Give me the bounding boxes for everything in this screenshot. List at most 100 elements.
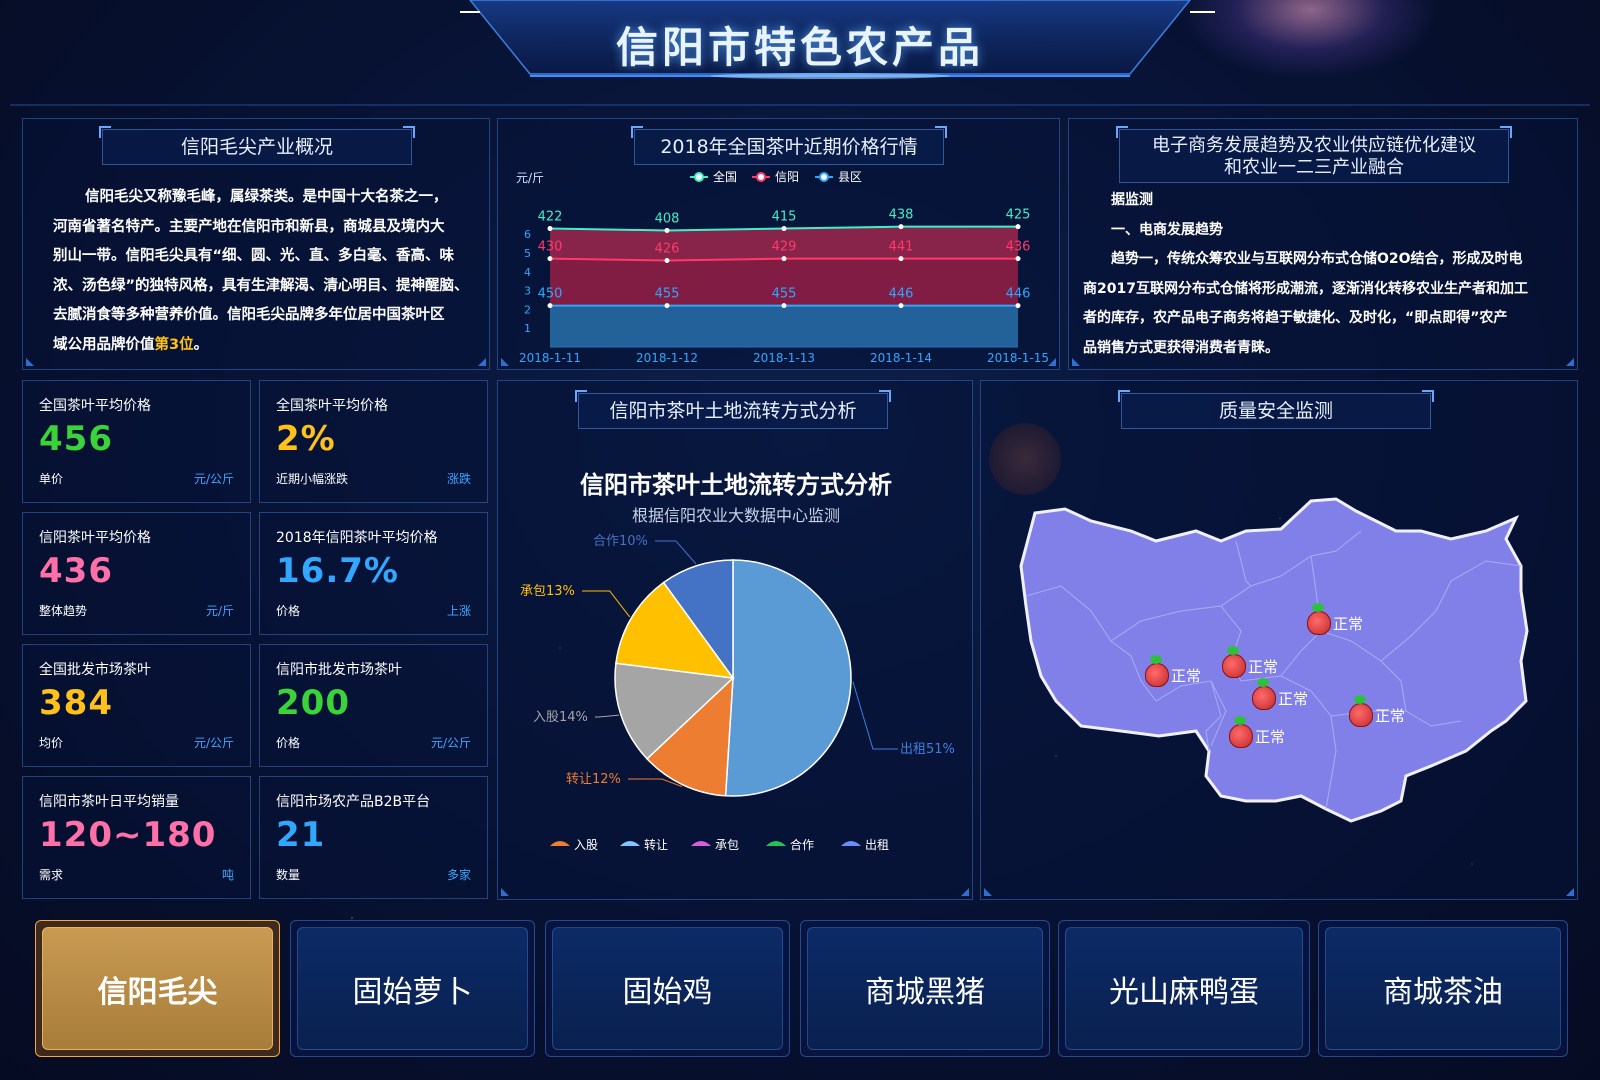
data-point[interactable] [547,256,553,262]
monitor-status: 正常 [1333,615,1364,633]
stat-value: 2% [276,419,336,459]
stat-unit: 多家 [446,868,471,882]
ecommerce-line: 者的库存，农产品电子商务将趋于敏捷化、及时化，“即点即得”农产 [1083,310,1508,326]
x-tick-label: 2018-1-13 [753,351,815,365]
product-tab-3[interactable]: 固始鸡 [545,920,790,1057]
strawberry-icon [1229,724,1253,748]
stat-card: 全国茶叶平均价格 456 单价 元/公斤 [22,380,251,503]
data-label: 455 [772,287,797,302]
y-axis-unit: 元/斤 [516,171,544,185]
stat-unit: 元/公斤 [193,472,234,486]
stat-unit: 上涨 [446,604,471,618]
corner-decoration [1566,358,1574,366]
data-point[interactable] [781,226,787,232]
x-tick-label: 2018-1-11 [519,351,581,365]
overview-line: 去腻消食等多种营养价值。信阳毛尖品牌多年位居中国茶叶区 [53,307,445,323]
data-point[interactable] [898,303,904,309]
y-tick-label: 5 [524,247,531,260]
stat-unit: 元/公斤 [193,736,234,750]
data-point[interactable] [1015,224,1021,230]
product-tab-2[interactable]: 固始萝卜 [290,920,535,1057]
pie-label: 转让12% [566,772,621,787]
area-xianqu [550,305,1018,347]
legend-label: 全国 [713,169,737,184]
pie-label: 出租51% [900,742,955,757]
stat-card: 全国批发市场茶叶 384 均价 元/公斤 [22,644,251,767]
stat-card: 信阳市批发市场茶叶 200 价格 元/公斤 [259,644,488,767]
data-point[interactable] [898,224,904,230]
ecommerce-line: 品销售方式更获得消费者青睐。 [1083,339,1279,356]
stat-label: 信阳市场农产品B2B平台 [276,794,431,810]
price-line-chart: 元/斤 全国 信阳 县区 1 2 3 4 5 6 422 408 415 438 425 430 426 429 4… [516,169,1049,365]
monitor-status: 正常 [1248,658,1279,676]
stat-sub-label: 需求 [39,868,64,882]
data-point[interactable] [547,226,553,232]
data-label: 436 [1006,240,1031,255]
data-point[interactable] [781,256,787,262]
ecommerce-line: 一、电商发展趋势 [1111,221,1223,238]
product-tab-label: 光山麻鸭蛋 [1109,974,1259,1010]
legend-item[interactable]: 县区 [815,170,862,184]
monitor-status: 正常 [1278,690,1309,708]
stat-label: 信阳市批发市场茶叶 [276,662,402,678]
stat-value: 200 [276,683,350,723]
corner-decoration [984,888,992,896]
pie-leader-line [852,681,898,750]
stat-sub-label: 价格 [276,736,301,750]
data-point[interactable] [664,303,670,309]
data-point[interactable] [664,258,670,264]
price-chart-panel: 2018年全国茶叶近期价格行情 元/斤 全国 信阳 县区 1 2 3 4 5 6 422 408 415… [497,118,1060,370]
pie-legend-item[interactable]: 合作 [766,837,814,852]
product-tab-4[interactable]: 商城黑猪 [800,920,1050,1057]
ecommerce-title-line: 和农业一二三产业融合 [1224,157,1404,178]
pie-legend-item[interactable]: 出租 [841,838,889,852]
stat-sub-label: 近期小幅涨跌 [276,472,349,486]
corner-decoration [1072,358,1080,366]
stat-value: 384 [39,683,113,723]
product-tab-1[interactable]: 信阳毛尖 [35,920,280,1057]
ecommerce-title-line: 电子商务发展趋势及农业供应链优化建议 [1152,135,1476,156]
pie-legend-item[interactable]: 承包 [691,838,739,852]
pie-legend-item[interactable]: 入股 [550,838,598,852]
pie-leader-line [595,714,619,718]
pie-legend-item[interactable]: 转让 [620,837,668,852]
data-point[interactable] [664,227,670,233]
legend-item[interactable]: 信阳 [752,170,799,184]
corner-decoration [478,358,486,366]
data-point[interactable] [1015,303,1021,309]
legend-swatch [620,841,640,846]
data-label: 408 [655,211,680,226]
data-point[interactable] [547,303,553,309]
stat-value: 120~180 [39,815,217,855]
data-point[interactable] [898,256,904,262]
pie-slice[interactable] [724,559,852,797]
pie-label: 承包13% [520,584,575,599]
stat-sub-label: 单价 [39,472,64,486]
legend-item[interactable]: 全国 [690,169,737,184]
legend-swatch [550,841,570,846]
y-tick-label: 3 [524,285,531,298]
overview-line-last: 域公用品牌价值第3位。 [53,331,469,361]
legend-label: 县区 [838,170,862,184]
stat-label: 全国茶叶平均价格 [276,398,388,414]
product-tab-5[interactable]: 光山麻鸭蛋 [1058,920,1310,1057]
product-tab-6[interactable]: 商城茶油 [1318,920,1568,1057]
stat-value: 21 [276,815,326,855]
overview-line: 信阳毛尖又称豫毛峰，属绿茶类。是中国十大名茶之一， [85,189,448,205]
data-label: 446 [889,287,914,302]
data-point[interactable] [781,303,787,309]
stat-label: 信阳市茶叶日平均销量 [39,794,179,810]
stat-label: 信阳茶叶平均价格 [39,530,151,546]
stat-unit: 吨 [221,868,234,882]
leaf-icon [1234,716,1246,725]
stat-sub-label: 价格 [276,604,301,618]
ecommerce-title: 电子商务发展趋势及农业供应链优化建议 和农业一二三产业融合 [1116,126,1512,183]
data-label: 441 [889,240,914,255]
stat-card: 信阳市茶叶日平均销量 120~180 需求 吨 [22,776,251,899]
leaf-icon [1354,695,1366,704]
strawberry-icon [1307,611,1331,635]
land-transfer-panel: 信阳市茶叶土地流转方式分析 信阳市茶叶土地流转方式分析 根据信阳农业大数据中心监… [497,380,973,900]
corner-decoration [961,888,969,896]
data-point[interactable] [1015,256,1021,262]
strawberry-icon [1349,703,1373,727]
